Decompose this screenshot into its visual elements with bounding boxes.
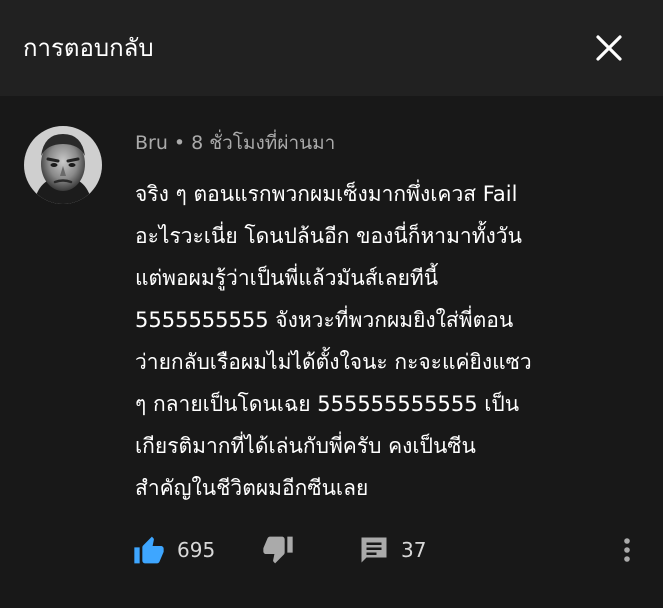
- comment-text-line: ๆ กลายเป็นโดนเฉย 555555555555 เป็น: [135, 392, 520, 416]
- comment-text-line: 5555555555 จังหวะที่พวกผมยิงใส่พี่ตอน: [135, 308, 514, 332]
- comment-time[interactable]: 8 ชั่วโมงที่ผ่านมา: [191, 132, 335, 154]
- comment-item: Bru • 8 ชั่วโมงที่ผ่านมา จริง ๆ ตอนแรกพวกผ…: [0, 96, 663, 608]
- header-title: การตอบกลับ: [23, 34, 154, 62]
- thumbs-up-icon: [134, 536, 164, 564]
- comment-text-line: จริง ๆ ตอนแรกพวกผมเซ็งมากพึ่งเควส Fail: [135, 182, 518, 206]
- comment-text-line: เกียรติมากที่ได้เล่นกับพี่ครับ คงเป็นซีน: [135, 434, 476, 458]
- like-button[interactable]: 695: [133, 530, 215, 570]
- close-button[interactable]: [588, 27, 630, 69]
- comment-text: จริง ๆ ตอนแรกพวกผมเซ็งมากพึ่งเควส Fail อ…: [135, 173, 655, 509]
- thumbs-down-icon: [263, 536, 293, 564]
- like-count: 695: [177, 538, 216, 562]
- comment-text-line: อะไรวะเนี่ย โดนปล้นอีก ของนี่ก็หามาทั้งว…: [135, 224, 522, 248]
- more-vert-icon: [624, 538, 630, 562]
- reply-button[interactable]: 37: [359, 530, 426, 570]
- close-icon: [596, 35, 622, 61]
- comment-icon: [361, 537, 387, 563]
- more-options-button[interactable]: [615, 530, 639, 570]
- comment-meta: Bru • 8 ชั่วโมงที่ผ่านมา: [135, 129, 335, 157]
- avatar[interactable]: [24, 126, 102, 204]
- author-name[interactable]: Bru: [135, 132, 168, 154]
- replies-header: การตอบกลับ: [0, 0, 663, 96]
- meta-separator: •: [173, 132, 186, 154]
- reply-count: 37: [401, 538, 427, 562]
- comment-text-line: สำคัญในชีวิตผมอีกซีนเลย: [135, 476, 369, 500]
- avatar-photo: [24, 126, 102, 204]
- dislike-button[interactable]: [262, 530, 294, 570]
- comment-text-line: ว่ายกลับเรือผมไม่ได้ตั้งใจนะ กะจะแค่ยิงแ…: [135, 350, 532, 374]
- comment-text-line: แต่พอผมรู้ว่าเป็นพี่แล้วมันส์เลยทีนี้: [135, 266, 439, 290]
- comment-actions: 695 37: [0, 530, 663, 570]
